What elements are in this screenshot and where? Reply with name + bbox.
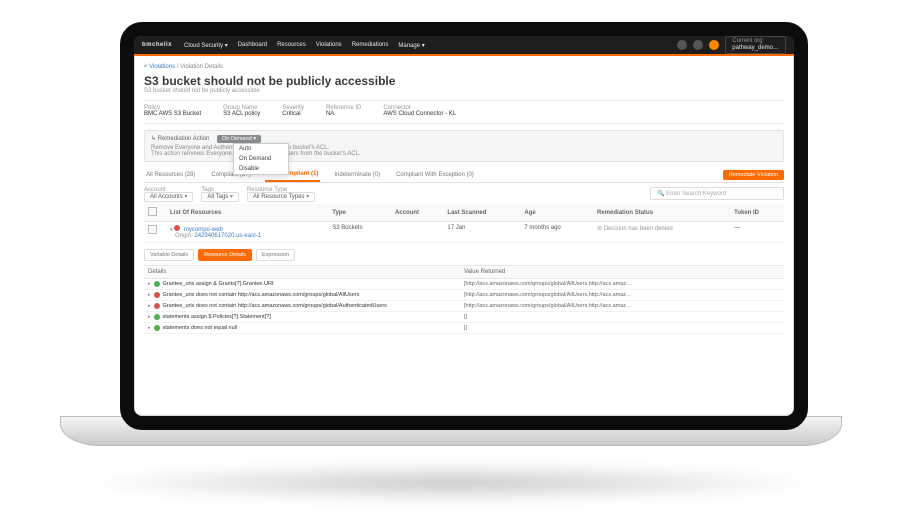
status-dot-icon: [154, 325, 160, 331]
remediation-dropdown[interactable]: Auto On Demand Disable: [233, 143, 289, 175]
detail-value: []: [464, 325, 780, 331]
status-noncompliant-icon: [174, 225, 180, 231]
page-title: S3 bucket should not be publicly accessi…: [144, 74, 784, 88]
filter-resource-type[interactable]: All Resource Types: [247, 192, 315, 202]
help-icon[interactable]: [693, 40, 703, 50]
row-checkbox[interactable]: [148, 225, 157, 234]
mail-icon[interactable]: [677, 40, 687, 50]
detail-value: [http://acs.amazonaws.com/groups/global/…: [464, 292, 780, 298]
detail-row: ▸ statements assign $.Policies[?].Stateme…: [144, 312, 784, 323]
detail-row: ▸ Grantee_uris does not contain http://ac…: [144, 290, 784, 301]
select-all-checkbox[interactable]: [148, 207, 157, 216]
details-header: Details Value Returned: [144, 265, 784, 279]
nav-cloud-security[interactable]: Cloud Security ▾: [184, 42, 228, 49]
top-nav: bmchelix Cloud Security ▾ Dashboard Reso…: [134, 36, 794, 54]
detail-text: Grantee_uris assign & Grants[?].Grantee.…: [163, 281, 274, 287]
crumb-violations[interactable]: < Violations: [144, 64, 175, 70]
status-dot-icon: [154, 314, 160, 320]
laptop-screen: bmchelix Cloud Security ▾ Dashboard Reso…: [120, 22, 808, 430]
status-dot-icon: [154, 303, 160, 309]
dropdown-disable[interactable]: Disable: [234, 164, 288, 174]
nav-dashboard[interactable]: Dashboard: [238, 42, 267, 49]
detail-row: ▸ Grantee_uris assign & Grants[?].Grantee…: [144, 279, 784, 290]
avatar[interactable]: [709, 40, 719, 50]
remediation-panel: ↳ Remediation Action On Demand ▾ Remove …: [144, 130, 784, 162]
resource-table: List Of Resources Type Account Last Scan…: [144, 204, 784, 243]
detail-value: [http://acs.amazonaws.com/groups/global/…: [464, 303, 780, 309]
remediation-label: ↳ Remediation Action: [151, 136, 209, 142]
dropdown-ondemand[interactable]: On Demand: [234, 154, 288, 164]
subtab-variable[interactable]: Variable Details: [144, 249, 194, 261]
meta-row: PolicyBMC AWS S3 Bucket Group NameS3 ACL…: [144, 100, 784, 124]
brand-logo: bmchelix: [142, 42, 172, 48]
detail-subtabs: Variable Details Resource Details Expres…: [144, 249, 784, 261]
filter-account[interactable]: All Accounts: [144, 192, 193, 202]
detail-value: []: [464, 314, 780, 320]
nav-violations[interactable]: Violations: [316, 42, 342, 49]
remediation-mode-badge[interactable]: On Demand ▾: [217, 135, 261, 143]
detail-text: Grantee_uris does not contain http://acs…: [163, 303, 387, 309]
breadcrumb: < Violations / Violation Details: [144, 64, 784, 70]
detail-row: ▸ Grantee_uris does not contain http://ac…: [144, 301, 784, 312]
tab-exception[interactable]: Compliant With Exception (0): [394, 169, 476, 181]
subtab-resource[interactable]: Resource Details: [198, 249, 252, 261]
org-switcher[interactable]: Current org pathway_demo…: [725, 36, 786, 53]
detail-value: [http://acs.amazonaws.com/groups/global/…: [464, 281, 780, 287]
dropdown-auto[interactable]: Auto: [234, 144, 288, 154]
chevron-icon[interactable]: ▸: [148, 292, 151, 298]
status-dot-icon: [154, 292, 160, 298]
filter-tags[interactable]: All Tags: [201, 192, 239, 202]
nav-manage[interactable]: Manage ▾: [398, 42, 424, 49]
nav-resources[interactable]: Resources: [277, 42, 306, 49]
status-dot-icon: [154, 281, 160, 287]
detail-text: Grantee_uris does not contain http://acs…: [163, 292, 360, 298]
chevron-icon[interactable]: ▸: [148, 314, 151, 320]
search-input[interactable]: 🔍 Enter Search Keyword: [650, 187, 784, 200]
nav-remediations[interactable]: Remediations: [352, 42, 389, 49]
detail-text: statements does not equal null: [163, 325, 238, 331]
chevron-icon[interactable]: ▸: [148, 303, 151, 309]
filter-row: Account All Accounts Tags All Tags Resou…: [144, 183, 784, 204]
detail-row: ▸ statements does not equal null []: [144, 323, 784, 334]
tab-all[interactable]: All Resources (28): [144, 169, 197, 181]
expand-icon[interactable]: ▾: [170, 227, 173, 233]
nav-menu: Cloud Security ▾ Dashboard Resources Vio…: [184, 42, 425, 49]
chevron-icon[interactable]: ▸: [148, 325, 151, 331]
chevron-icon[interactable]: ▸: [148, 281, 151, 287]
tab-indeterminate[interactable]: Indeterminate (0): [332, 169, 382, 181]
table-row[interactable]: ▾ mycompo-web Origin: 242940617020.us-ea…: [144, 222, 784, 243]
page-subtitle: S3 bucket should not be publicly accessi…: [144, 88, 784, 94]
remediate-button[interactable]: Remediate Violation: [723, 170, 784, 180]
detail-text: statements assign $.Policies[?].Statemen…: [163, 314, 271, 320]
subtab-expression[interactable]: Expression: [256, 249, 295, 261]
